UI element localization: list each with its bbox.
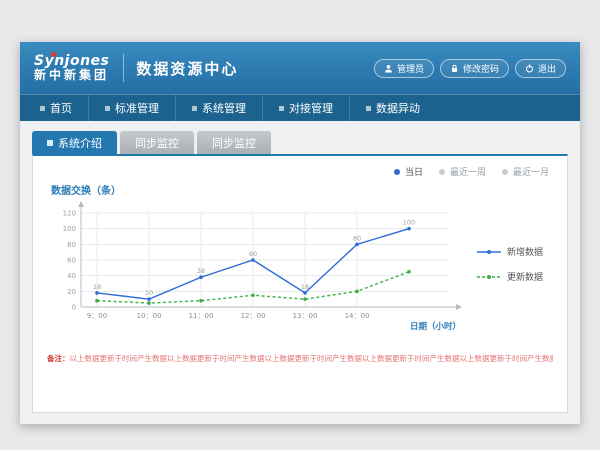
tab-sync-monitor-1[interactable]: 同步监控 [120,131,194,154]
svg-text:60: 60 [67,257,76,265]
chart-panel: 当日 最近一周 最近一月 数据交换（条） 0 20 40 60 80 100 120 9：00… [32,154,568,413]
svg-text:13：00: 13：00 [293,312,318,320]
header-actions: 管理员 修改密码 退出 [374,59,566,78]
legend-line-update-icon [477,273,501,281]
desktop-background: { "colors": { "accent": "#2478b0", "line… [0,0,600,450]
filter-last-week[interactable]: 最近一周 [439,165,486,178]
tab-sync-monitor-2[interactable]: 同步监控 [197,131,271,154]
legend-label: 新增数据 [507,245,543,258]
y-axis-title: 数据交换（条） [51,182,553,197]
chart-row: 0 20 40 60 80 100 120 9：00 10：00 11：00 12：00 13：00 1… [47,199,553,331]
svg-text:11：00: 11：00 [189,312,214,320]
data-exchange-line-chart: 0 20 40 60 80 100 120 9：00 10：00 11：00 12：00 13：00 1… [47,199,477,331]
svg-text:18: 18 [93,283,101,291]
nav-bullet-icon [366,106,371,111]
logout-label: 退出 [538,62,556,75]
filter-label: 最近一月 [513,165,549,178]
time-range-filter: 当日 最近一周 最近一月 [394,165,549,178]
svg-text:38: 38 [197,267,205,275]
footnote-text: 以上数据更新于时间产生数据以上数据更新于时间产生数据以上数据更新于时间产生数据以… [70,354,554,363]
legend-new-data: 新增数据 [477,245,543,258]
svg-text:40: 40 [67,272,76,280]
logout-button[interactable]: 退出 [515,59,566,78]
content-area: 系统介绍 同步监控 同步监控 当日 最近一周 [20,121,580,424]
change-password-label: 修改密码 [463,62,499,75]
svg-text:10：00: 10：00 [137,312,162,320]
tab-system-intro[interactable]: 系统介绍 [32,131,117,154]
svg-text:100: 100 [403,219,415,227]
svg-text:80: 80 [67,241,76,249]
tab-label: 同步监控 [135,135,179,151]
nav-item-label: 数据异动 [376,100,420,116]
nav-bullet-icon [105,106,110,111]
user-label: 管理员 [397,62,424,75]
nav-item-data-change[interactable]: 数据异动 [349,95,436,121]
tab-label: 系统介绍 [58,135,102,151]
page-title: 数据资源中心 [136,58,238,79]
filter-label: 最近一周 [450,165,486,178]
svg-text:14：00: 14：00 [345,312,370,320]
nav-item-standard-mgmt[interactable]: 标准管理 [88,95,175,121]
nav-item-interface-mgmt[interactable]: 对接管理 [262,95,349,121]
svg-text:9：00: 9：00 [87,312,107,320]
filter-last-month[interactable]: 最近一月 [502,165,549,178]
nav-item-label: 对接管理 [289,100,333,116]
logout-icon [525,64,534,73]
header-divider [123,54,124,82]
logo-wordmark: Synjones [34,54,109,69]
company-logo: Synjones 新中新集团 [34,54,109,81]
nav-bullet-icon [192,106,197,111]
tab-icon [47,140,53,146]
nav-bullet-icon [40,106,45,111]
footnote-prefix: 备注： [47,354,70,363]
change-password-button[interactable]: 修改密码 [440,59,509,78]
legend-update-data: 更新数据 [477,270,543,283]
legend-line-new-icon [477,248,501,256]
nav-item-label: 系统管理 [202,100,246,116]
svg-text:60: 60 [249,250,257,258]
svg-text:10: 10 [145,289,153,297]
svg-text:80: 80 [353,234,361,242]
radio-dot-icon [502,169,508,175]
radio-dot-icon [394,169,400,175]
lock-icon [450,64,459,73]
svg-text:20: 20 [67,288,76,296]
svg-text:日期（小时）: 日期（小时） [410,321,461,331]
nav-item-label: 标准管理 [115,100,159,116]
tab-bar: 系统介绍 同步监控 同步监控 [32,131,568,154]
nav-item-home[interactable]: 首页 [24,95,88,121]
logo-company-name: 新中新集团 [34,69,109,82]
filter-label: 当日 [405,165,423,178]
legend-label: 更新数据 [507,270,543,283]
svg-text:18: 18 [301,283,309,291]
svg-text:12：00: 12：00 [241,312,266,320]
svg-text:0: 0 [72,304,76,312]
app-header: Synjones 新中新集团 数据资源中心 管理员 修改密码 [20,42,580,94]
footnote: 备注：以上数据更新于时间产生数据以上数据更新于时间产生数据以上数据更新于时间产生… [47,353,553,364]
series-legend: 新增数据 更新数据 [477,199,543,283]
svg-text:100: 100 [63,225,76,233]
user-icon [384,64,393,73]
app-window: Synjones 新中新集团 数据资源中心 管理员 修改密码 [20,42,580,424]
nav-item-system-mgmt[interactable]: 系统管理 [175,95,262,121]
main-nav: 首页 标准管理 系统管理 对接管理 数据异动 [20,94,580,121]
radio-dot-icon [439,169,445,175]
tab-label: 同步监控 [212,135,256,151]
nav-item-label: 首页 [50,100,72,116]
user-button[interactable]: 管理员 [374,59,434,78]
nav-bullet-icon [279,106,284,111]
svg-text:120: 120 [63,210,76,218]
filter-today[interactable]: 当日 [394,165,423,178]
